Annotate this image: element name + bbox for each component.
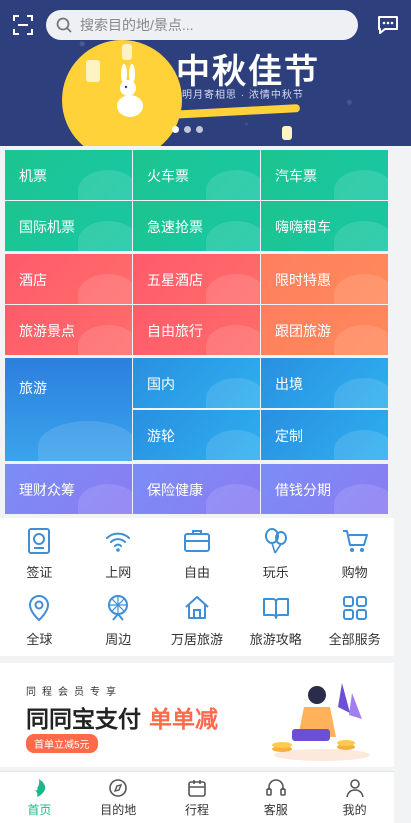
visa-icon [28, 528, 51, 554]
service-free[interactable]: 自由 [158, 526, 237, 589]
headset-icon [265, 779, 286, 796]
service-visa[interactable]: 签证 [0, 526, 79, 589]
promo-badge[interactable]: 首单立减5元 [26, 734, 98, 753]
balloon-icon [264, 528, 287, 554]
hotel-group: 酒店 五星酒店 限时特惠 旅游景点 自由旅行 跟团旅游 [5, 254, 388, 355]
message-icon[interactable] [376, 14, 400, 36]
carousel-dot[interactable] [184, 126, 191, 133]
crowdfunding-tile[interactable]: 理财众筹 [5, 464, 132, 514]
service-global[interactable]: 全球 [0, 593, 79, 656]
home-icon [34, 779, 46, 797]
book-icon [262, 598, 289, 619]
intl-flight-tile[interactable]: 国际机票 [5, 201, 132, 251]
tab-profile[interactable]: 我的 [315, 772, 394, 823]
ferris-wheel-icon [108, 595, 129, 621]
tab-support[interactable]: 客服 [236, 772, 315, 823]
promo-banner[interactable]: 同程会员专享 同同宝支付 单单减 首单立减5元 [0, 663, 394, 767]
transport-group: 机票 火车票 汽车票 国际机票 急速抢票 嗨嗨租车 [5, 150, 388, 251]
promo-subtitle: 同程会员专享 [26, 687, 122, 698]
loan-tile[interactable]: 借钱分期 [261, 464, 388, 514]
user-icon [345, 779, 364, 798]
festival-banner[interactable]: 中秋佳节 明月寄相思 · 浓情中秋节 [0, 0, 411, 146]
travel-tile[interactable]: 旅游 [5, 358, 132, 461]
lantern-icon [122, 44, 132, 60]
travel-group: 旅游 国内 出境 游轮 定制 [5, 358, 388, 461]
tab-home[interactable]: 首页 [0, 772, 79, 823]
hotel-tile[interactable]: 酒店 [5, 254, 132, 304]
lantern-icon [86, 60, 100, 82]
carousel-dot[interactable] [172, 126, 179, 133]
group-tour-tile[interactable]: 跟团旅游 [261, 305, 388, 355]
flight-tile[interactable]: 机票 [5, 150, 132, 200]
promo-illustration [272, 683, 370, 761]
grid-icon [342, 596, 367, 620]
domestic-tile[interactable]: 国内 [133, 358, 260, 408]
limited-deal-tile[interactable]: 限时特惠 [261, 254, 388, 304]
insurance-tile[interactable]: 保险健康 [133, 464, 260, 514]
carousel-dot[interactable] [196, 126, 203, 133]
search-input[interactable] [80, 17, 320, 33]
scan-icon[interactable] [12, 14, 34, 36]
fast-ticket-tile[interactable]: 急速抢票 [133, 201, 260, 251]
five-star-hotel-tile[interactable]: 五星酒店 [133, 254, 260, 304]
train-tile[interactable]: 火车票 [133, 150, 260, 200]
free-travel-tile[interactable]: 自由旅行 [133, 305, 260, 355]
rabbit-icon [117, 64, 143, 117]
search-bar[interactable] [46, 10, 358, 40]
service-guide[interactable]: 旅游攻略 [236, 593, 315, 656]
search-icon [56, 17, 72, 33]
calendar-icon [188, 780, 206, 797]
custom-tour-tile[interactable]: 定制 [261, 410, 388, 460]
services-grid: 签证 上网 自由 玩乐 购物 全球 周边 万居旅游 旅游攻略 全部服务 [0, 518, 394, 656]
category-grid: 机票 火车票 汽车票 国际机票 急速抢票 嗨嗨租车 酒店 五星酒店 限时特惠 旅… [5, 150, 388, 517]
tab-itinerary[interactable]: 行程 [158, 772, 237, 823]
service-fun[interactable]: 玩乐 [236, 526, 315, 589]
carousel-indicator [172, 126, 203, 133]
service-shopping[interactable]: 购物 [315, 526, 394, 589]
bottom-tab-bar: 首页 目的地 行程 客服 我的 [0, 771, 394, 823]
service-homestay[interactable]: 万居旅游 [158, 593, 237, 656]
cruise-tile[interactable]: 游轮 [133, 410, 260, 460]
finance-group: 理财众筹 保险健康 借钱分期 [5, 464, 388, 514]
banner-subtitle: 明月寄相思 · 浓情中秋节 [182, 90, 304, 101]
service-wifi[interactable]: 上网 [79, 526, 158, 589]
tab-destination[interactable]: 目的地 [79, 772, 158, 823]
compass-icon [109, 779, 127, 797]
service-all[interactable]: 全部服务 [315, 593, 394, 656]
lantern-icon [282, 126, 292, 140]
briefcase-icon [183, 530, 210, 552]
outbound-tile[interactable]: 出境 [261, 358, 388, 408]
car-rental-tile[interactable]: 嗨嗨租车 [261, 201, 388, 251]
cart-icon [342, 530, 368, 552]
service-nearby[interactable]: 周边 [79, 593, 158, 656]
promo-title: 同同宝支付 单单减 [26, 706, 219, 733]
location-icon [29, 595, 50, 622]
bus-tile[interactable]: 汽车票 [261, 150, 388, 200]
attractions-tile[interactable]: 旅游景点 [5, 305, 132, 355]
house-icon [185, 596, 209, 619]
wifi-icon [106, 532, 131, 552]
